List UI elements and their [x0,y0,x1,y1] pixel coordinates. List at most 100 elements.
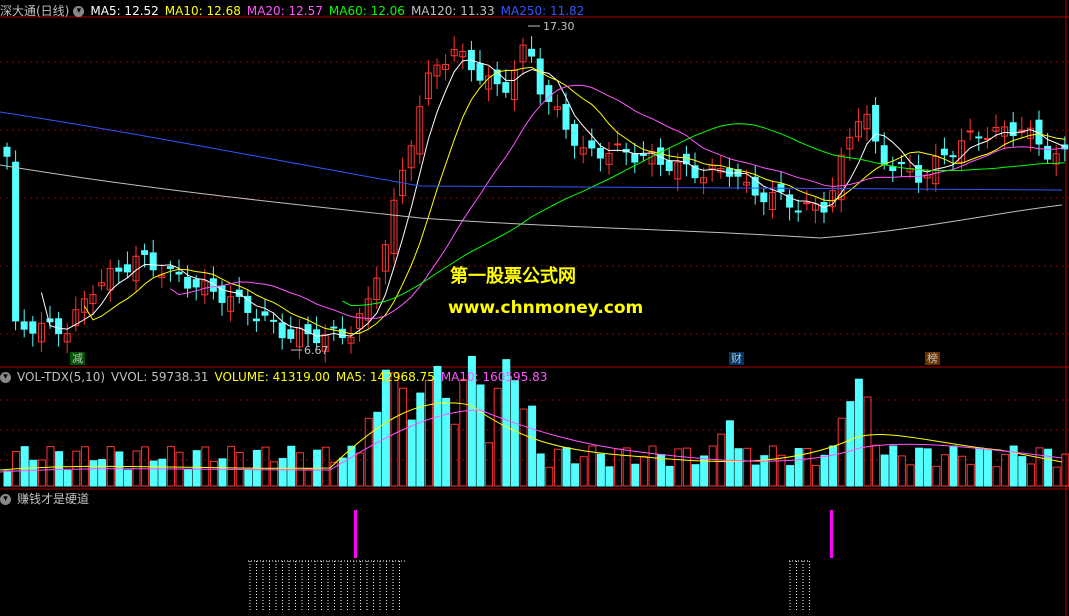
event-mark-finance[interactable]: 财 [729,352,744,365]
volume-bar [734,448,743,487]
volume-bar [691,464,700,487]
signal-panel-title: 赚钱才是硬道 [17,492,90,506]
stock-title: 深大通(日线) [0,4,70,18]
volume-bar [20,446,29,487]
event-mark-list[interactable]: 榜 [925,352,940,365]
volume-bar [889,445,898,487]
collapse-icon[interactable]: ▾ [0,494,11,505]
candle-body [12,161,20,322]
candle-body [966,130,974,133]
volume-bar [373,411,382,487]
collapse-icon[interactable]: ▾ [73,6,85,17]
candle-body [502,82,510,93]
candle-body [141,250,149,255]
volume-bar [89,460,98,487]
candle-body [149,252,157,271]
candle-body [261,311,269,316]
volume-bar [786,465,795,487]
volume-bar [562,447,571,487]
volume-bar [1018,456,1027,487]
signal-bar [830,510,833,558]
volume-bar [829,445,838,487]
volume-panel-header: ▾ VOL-TDX(5,10) VVOL: 59738.31 VOLUME: 4131… [0,368,559,386]
candle-body [184,276,192,289]
vol-indicator: MA10: 160595.83 [440,370,548,384]
volume-bar [63,470,72,487]
candle-body [803,202,811,205]
watermark-name: 第一股票公式网 [450,266,576,287]
candle-body [123,264,131,273]
candle-body [665,160,673,171]
volume-bar [287,445,296,487]
volume-bar [442,397,451,487]
volume-bar [278,457,287,487]
candle-body [949,155,957,158]
candle-body [270,319,278,322]
high-price-label: 17.30 [543,20,575,33]
signal-bar [354,510,357,558]
candle-body [596,147,604,159]
watermark-url: www.chnmoney.com [448,298,644,318]
candle-body [175,271,183,275]
volume-bar [149,460,158,487]
volume-bar [1044,448,1053,487]
volume-bar [55,451,64,487]
candle-body [889,166,897,172]
volume-bar [510,380,519,487]
candle-body [3,146,11,157]
candle-body [880,145,888,165]
ma-indicator: MA250: 11.82 [500,4,585,18]
candle-body [20,321,28,330]
volume-bar [949,445,958,487]
volume-bar [846,401,855,487]
signal-panel-header: ▾ 赚钱才是硬道 [0,490,95,508]
candle-body [29,321,37,334]
candle-body [571,123,579,146]
vol-indicator: VOL-TDX(5,10) [17,370,106,384]
low-price-label: 6.67 [304,344,329,357]
volume-bar [347,445,356,487]
vol-indicator: VVOL: 59738.31 [111,370,209,384]
volume-bar [820,454,829,487]
volume-bar [880,454,889,487]
candle-body [794,210,802,213]
volume-bar [725,420,734,487]
vol-indicator: VOLUME: 41319.00 [214,370,330,384]
volume-bar [983,448,992,487]
ma-indicator: MA60: 12.06 [328,4,405,18]
candle-body [940,148,948,156]
candle-body [562,104,570,130]
volume-bar [536,453,545,487]
ma-indicator: MA20: 12.57 [246,4,323,18]
volume-bar [218,458,227,487]
volume-bar [184,469,193,487]
candle-body [330,326,338,329]
volume-bar [596,453,605,487]
volume-bar [244,468,253,487]
volume-bar [657,454,666,487]
candle-body [631,153,639,163]
volume-bar [794,448,803,487]
candle-body [338,328,346,339]
volume-bar [29,459,38,487]
vol-indicator: MA5: 142968.75 [335,370,435,384]
volume-bar [3,470,12,487]
volume-bar [571,463,580,487]
volume-bar [665,465,674,487]
collapse-icon[interactable]: ▾ [0,372,11,383]
volume-bar [975,447,984,487]
candle-body [614,143,622,146]
candle-body [588,140,596,149]
volume-bar [123,469,132,487]
candle-body [897,161,905,165]
event-mark-reduce[interactable]: 减 [70,352,85,365]
ma-indicator: MA120: 11.33 [410,4,495,18]
volume-indicator-list: VOL-TDX(5,10) VVOL: 59738.31 VOLUME: 41319… [17,370,553,384]
volume-bar [854,378,863,487]
candle-body [476,63,484,81]
candle-body [55,318,63,335]
candle-body [192,279,200,288]
volume-bar [528,405,537,487]
volume-bar [407,419,416,487]
volume-bar [631,463,640,487]
